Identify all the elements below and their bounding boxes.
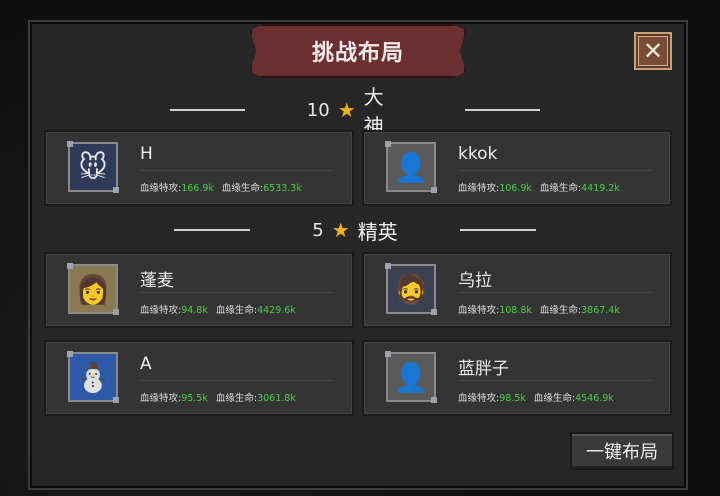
player-name: 蓬麦 (140, 271, 174, 291)
close-icon: ✕ (638, 36, 668, 66)
divider-right (459, 229, 536, 231)
player-card[interactable]: ⛄ A 血缘特攻:95.5k 血缘生命:3061.8k (44, 340, 354, 416)
section-header-elite: 5 ★ 精英 (170, 218, 540, 244)
white-hair-swordsman-avatar: 👤 (385, 141, 437, 193)
eyepatch-man-avatar: 🧔 (385, 263, 437, 315)
player-card[interactable]: 👤 蓝胖子 血缘特攻:98.5k 血缘生命:4546.9k (362, 340, 672, 416)
snowman-avatar: ⛄ (67, 351, 119, 403)
star-icon: ★ (331, 218, 350, 242)
player-stats: 血缘特攻:94.8k 血缘生命:4429.6k (140, 305, 296, 316)
section-rank: 10 (306, 99, 330, 121)
blonde-lady-avatar: 👩 (67, 263, 119, 315)
player-name: A (140, 354, 152, 374)
dialog-title: 挑战布局 (311, 41, 404, 66)
player-name: 蓝胖子 (458, 359, 509, 379)
star-icon: ★ (337, 98, 356, 122)
section-rank: 5 (312, 219, 324, 241)
divider-left (170, 109, 246, 111)
one-click-deploy-button[interactable]: 一键布局 (570, 432, 674, 470)
dialog-title-banner: 挑战布局 (250, 24, 466, 78)
player-name: 乌拉 (458, 271, 492, 291)
gray-mouse-avatar: 🐭 (67, 141, 119, 193)
player-stats: 血缘特攻:106.9k 血缘生命:4419.2k (458, 183, 620, 194)
section-label: 精英 (357, 219, 398, 244)
player-name: kkok (458, 144, 498, 164)
player-stats: 血缘特攻:166.9k 血缘生命:6533.3k (140, 183, 302, 194)
divider-left (174, 229, 251, 231)
white-hair-swordsman-avatar: 👤 (385, 351, 437, 403)
player-stats: 血缘特攻:95.5k 血缘生命:3061.8k (140, 393, 296, 404)
section-header-top: 10 ★ 大神 (170, 85, 540, 138)
player-stats: 血缘特攻:98.5k 血缘生命:4546.9k (458, 393, 614, 404)
close-button[interactable]: ✕ (634, 32, 672, 70)
player-card[interactable]: 👩 蓬麦 血缘特攻:94.8k 血缘生命:4429.6k (44, 252, 354, 328)
player-stats: 血缘特攻:108.8k 血缘生命:3867.4k (458, 305, 620, 316)
player-card[interactable]: 👤 kkok 血缘特攻:106.9k 血缘生命:4419.2k (362, 130, 672, 206)
divider-right (464, 109, 540, 111)
player-name: H (140, 144, 153, 164)
player-card[interactable]: 🧔 乌拉 血缘特攻:108.8k 血缘生命:3867.4k (362, 252, 672, 328)
player-card[interactable]: 🐭 H 血缘特攻:166.9k 血缘生命:6533.3k (44, 130, 354, 206)
